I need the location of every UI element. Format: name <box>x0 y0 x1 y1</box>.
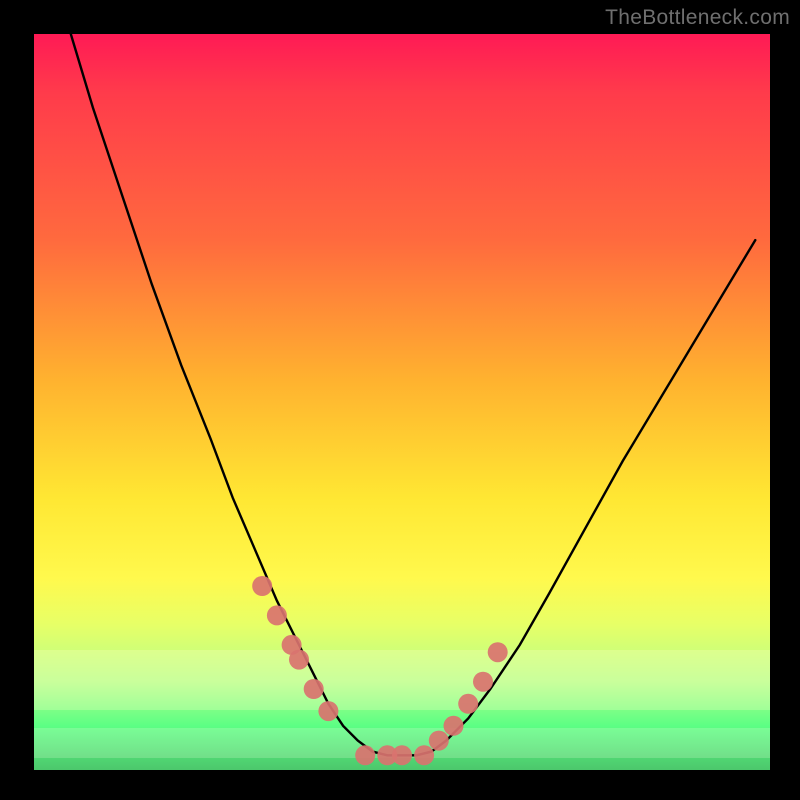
highlight-point <box>392 745 412 765</box>
highlight-points <box>252 576 508 765</box>
highlight-point <box>429 731 449 751</box>
highlight-point <box>355 745 375 765</box>
highlight-point <box>289 650 309 670</box>
chart-outer-frame: TheBottleneck.com <box>0 0 800 800</box>
highlight-point <box>444 716 464 736</box>
highlight-point <box>414 745 434 765</box>
chart-svg <box>34 34 770 770</box>
highlight-point <box>488 642 508 662</box>
highlight-point <box>252 576 272 596</box>
highlight-point <box>318 701 338 721</box>
highlight-point <box>473 672 493 692</box>
highlight-point <box>304 679 324 699</box>
highlight-point <box>458 694 478 714</box>
watermark-text: TheBottleneck.com <box>605 6 790 30</box>
chart-plot-area <box>34 34 770 770</box>
highlight-point <box>267 605 287 625</box>
bottleneck-curve <box>71 34 756 755</box>
